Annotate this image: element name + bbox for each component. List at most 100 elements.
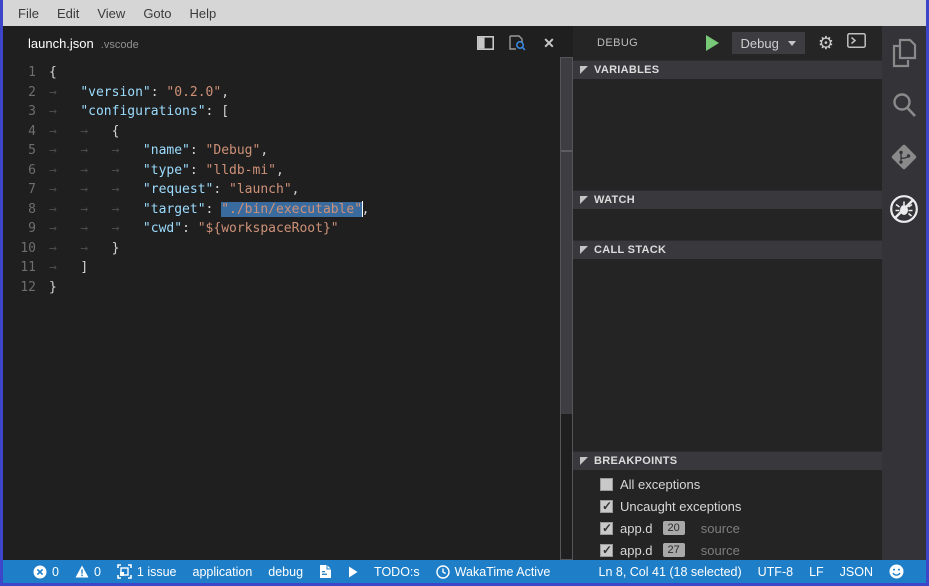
debug-panel-header: DEBUG Debug ⚙ (573, 26, 882, 60)
code-line[interactable]: 3→ "configurations": [ (3, 102, 573, 122)
watch-body[interactable] (573, 209, 882, 240)
code-line[interactable]: 8→ → → "target": "./bin/executable", (3, 200, 573, 220)
section-call-stack-label: CALL STACK (594, 244, 666, 256)
twistie-icon (580, 457, 588, 465)
line-badge: 20 (663, 521, 685, 535)
status-item[interactable] (883, 560, 910, 583)
section-variables-label: VARIABLES (594, 64, 659, 76)
code-line[interactable]: 6→ → → "type": "lldb-mi", (3, 161, 573, 181)
close-icon[interactable]: ✕ (539, 34, 559, 52)
line-number[interactable]: 5 (3, 141, 49, 161)
split-editor-icon[interactable] (475, 34, 495, 52)
menu-edit[interactable]: Edit (48, 6, 88, 21)
status-label: application (193, 565, 253, 579)
debug-config-value: Debug (741, 36, 779, 51)
section-variables[interactable]: VARIABLES (573, 60, 882, 79)
code-line[interactable]: 7→ → → "request": "launch", (3, 180, 573, 200)
line-number[interactable]: 3 (3, 102, 49, 122)
menu-help[interactable]: Help (181, 6, 226, 21)
gear-icon[interactable]: ⚙ (818, 34, 834, 52)
code-line[interactable]: 11→ ] (3, 258, 573, 278)
debug-sidebar: DEBUG Debug ⚙ VARIABLES (573, 26, 882, 560)
status-item[interactable] (313, 560, 338, 583)
open-preview-icon[interactable] (507, 34, 527, 52)
line-number[interactable]: 1 (3, 63, 49, 83)
line-number[interactable]: 9 (3, 219, 49, 239)
variables-body[interactable] (573, 79, 882, 190)
vscode-window: File Edit View Goto Help launch.json .vs… (0, 0, 929, 586)
debug-icon[interactable] (889, 194, 919, 224)
code-line[interactable]: 1{ (3, 63, 573, 83)
breakpoint-label: Uncaught exceptions (620, 499, 741, 514)
code-text: → "configurations": [ (49, 102, 229, 122)
code-line[interactable]: 2→ "version": "0.2.0", (3, 83, 573, 103)
code-line[interactable]: 9→ → → "cwd": "${workspaceRoot}" (3, 219, 573, 239)
line-number[interactable]: 2 (3, 83, 49, 103)
status-label: JSON (840, 565, 873, 579)
section-breakpoints-label: BREAKPOINTS (594, 455, 677, 467)
line-number[interactable]: 11 (3, 258, 49, 278)
chevron-down-icon (788, 41, 796, 46)
status-item[interactable]: JSON (834, 560, 879, 583)
menu-file[interactable]: File (9, 6, 48, 21)
play-icon (348, 566, 358, 578)
warning-icon (75, 565, 89, 578)
search-icon[interactable] (889, 90, 919, 120)
code-line[interactable]: 4→ → { (3, 122, 573, 142)
breakpoint-row[interactable]: Uncaught exceptions (573, 495, 882, 517)
debug-console-icon[interactable] (847, 33, 866, 53)
status-item[interactable]: application (187, 560, 259, 583)
line-number[interactable]: 4 (3, 122, 49, 142)
code-line[interactable]: 5→ → → "name": "Debug", (3, 141, 573, 161)
status-item[interactable]: 0 (27, 560, 65, 583)
scrollbar-thumb[interactable] (561, 58, 572, 414)
line-number[interactable]: 7 (3, 180, 49, 200)
debug-panel-title: DEBUG (597, 37, 638, 49)
tab-detail: .vscode (101, 39, 139, 51)
section-watch[interactable]: WATCH (573, 190, 882, 209)
status-item[interactable]: debug (262, 560, 309, 583)
status-item[interactable]: WakaTime Active (430, 560, 557, 583)
line-number[interactable]: 12 (3, 278, 49, 298)
breakpoint-row[interactable]: app.d27source (573, 539, 882, 561)
status-item[interactable]: UTF-8 (752, 560, 799, 583)
section-breakpoints[interactable]: BREAKPOINTS (573, 451, 882, 470)
breakpoint-checkbox[interactable] (600, 500, 613, 513)
editor-title-bar: launch.json .vscode ✕ (3, 26, 573, 60)
breakpoint-row[interactable]: All exceptions (573, 473, 882, 495)
menu-goto[interactable]: Goto (134, 6, 180, 21)
code-text: → → → "request": "launch", (49, 180, 299, 200)
smiley-icon (889, 564, 904, 579)
line-number[interactable]: 10 (3, 239, 49, 259)
status-item[interactable]: TODO:s (368, 560, 426, 583)
menu-view[interactable]: View (88, 6, 134, 21)
code-text: → → → "type": "lldb-mi", (49, 161, 284, 181)
git-icon[interactable] (889, 142, 919, 172)
breakpoint-checkbox[interactable] (600, 522, 613, 535)
breakpoint-note: source (701, 521, 740, 536)
section-call-stack[interactable]: CALL STACK (573, 240, 882, 259)
status-item[interactable]: 1 issue (111, 560, 183, 583)
status-item[interactable]: Ln 8, Col 41 (18 selected) (593, 560, 748, 583)
editor-scrollbar[interactable] (560, 57, 573, 560)
breakpoint-row[interactable]: app.d20source (573, 517, 882, 539)
status-item[interactable]: LF (803, 560, 830, 583)
start-debug-icon[interactable] (706, 35, 719, 51)
breakpoint-checkbox[interactable] (600, 544, 613, 557)
files-icon[interactable] (889, 38, 919, 68)
debug-config-dropdown[interactable]: Debug (732, 32, 805, 54)
issues-icon (117, 564, 132, 579)
line-number[interactable]: 8 (3, 200, 49, 220)
status-item[interactable] (342, 560, 364, 583)
tab-launch-json[interactable]: launch.json .vscode (3, 36, 139, 51)
editor-group: launch.json .vscode ✕ 1{2→ "version": "0… (3, 26, 573, 560)
call-stack-body[interactable] (573, 259, 882, 451)
breakpoint-checkbox[interactable] (600, 478, 613, 491)
code-editor[interactable]: 1{2→ "version": "0.2.0",3→ "configuratio… (3, 60, 573, 560)
line-number[interactable]: 6 (3, 161, 49, 181)
error-icon (33, 565, 47, 579)
status-item[interactable]: 0 (69, 560, 107, 583)
code-line[interactable]: 12} (3, 278, 573, 298)
status-bar: 001 issueapplicationdebugTODO:sWakaTime … (3, 560, 926, 583)
code-line[interactable]: 10→ → } (3, 239, 573, 259)
